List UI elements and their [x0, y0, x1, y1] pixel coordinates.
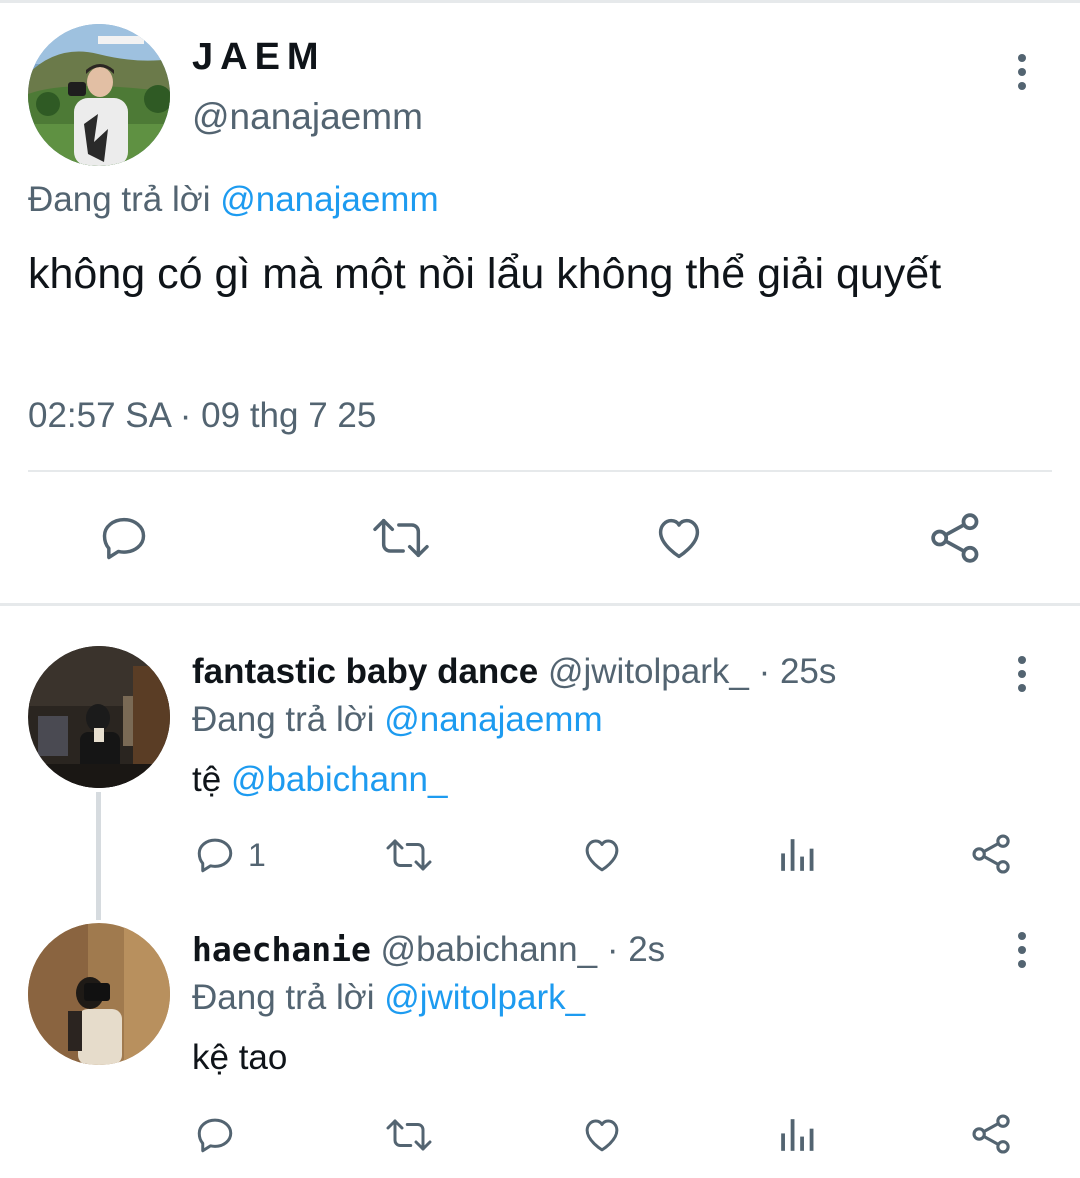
more-options-icon[interactable] — [1015, 52, 1029, 92]
replying-to: Đang trả lời @nanajaemm — [192, 700, 603, 740]
mention-link[interactable]: @babichann_ — [231, 760, 448, 799]
timestamp[interactable]: 02:57 SA · 09 thg 7 25 — [28, 396, 376, 436]
reply-button[interactable]: 1 — [194, 834, 266, 876]
reply-icon — [197, 1118, 233, 1153]
reply-count: 1 — [248, 836, 266, 873]
replying-prefix: Đang trả lời — [192, 700, 375, 739]
display-name[interactable]: haechanie — [192, 930, 371, 969]
retweet-icon — [373, 518, 429, 558]
replying-to-link[interactable]: @nanajaemm — [220, 180, 438, 219]
retweet-button[interactable] — [384, 1114, 434, 1156]
top-border — [0, 0, 1080, 3]
more-options-icon[interactable] — [1015, 930, 1029, 970]
section-divider — [0, 603, 1080, 606]
avatar[interactable] — [28, 24, 170, 166]
reply-button[interactable] — [194, 1114, 236, 1156]
analytics-icon — [781, 839, 814, 871]
replying-to-link[interactable]: @jwitolpark_ — [384, 978, 585, 1017]
reply-header: haechanie @babichann_ · 2s — [192, 930, 665, 970]
share-button[interactable] — [928, 510, 984, 566]
more-options-icon[interactable] — [1015, 654, 1029, 694]
replying-prefix: Đang trả lời — [192, 978, 375, 1017]
display-name[interactable]: JAEM — [192, 36, 326, 79]
post-time[interactable]: · 2s — [607, 930, 665, 969]
handle[interactable]: @nanajaemm — [192, 96, 423, 138]
replying-prefix: Đang trả lời — [28, 180, 211, 219]
reply-icon — [197, 838, 233, 873]
tweet-text: không có gì mà một nồi lẩu không thể giả… — [28, 250, 942, 298]
handle[interactable]: @babichann_ — [381, 930, 598, 969]
replying-to: Đang trả lời @nanajaemm — [28, 180, 439, 220]
analytics-button[interactable] — [778, 836, 816, 874]
display-name[interactable]: fantastic baby dance — [192, 652, 538, 691]
handle[interactable]: @jwitolpark_ — [548, 652, 749, 691]
divider — [28, 470, 1052, 472]
thread-line — [96, 792, 101, 920]
replying-to-link[interactable]: @nanajaemm — [384, 700, 602, 739]
like-icon — [658, 518, 700, 559]
share-button[interactable] — [970, 1112, 1014, 1156]
share-icon — [931, 513, 979, 563]
retweet-icon — [386, 1119, 432, 1151]
analytics-icon — [781, 1119, 814, 1151]
reply-text: kệ tao — [192, 1038, 288, 1077]
analytics-button[interactable] — [778, 1116, 816, 1154]
like-icon — [585, 1119, 619, 1152]
retweet-button[interactable] — [384, 834, 434, 876]
reply-text-content: tệ — [192, 760, 222, 799]
reply-text: tệ @babichann_ — [192, 760, 447, 800]
share-icon — [972, 1114, 1010, 1154]
reply-button[interactable] — [98, 512, 150, 564]
reply-icon — [102, 517, 146, 560]
share-button[interactable] — [970, 832, 1014, 876]
avatar[interactable] — [28, 923, 170, 1065]
replying-to: Đang trả lời @jwitolpark_ — [192, 978, 585, 1018]
like-button[interactable] — [580, 1114, 624, 1156]
share-icon — [972, 834, 1010, 874]
retweet-button[interactable] — [370, 512, 432, 564]
retweet-icon — [386, 839, 432, 871]
post-time[interactable]: · 25s — [759, 652, 837, 691]
reply-header: fantastic baby dance @jwitolpark_ · 25s — [192, 652, 836, 692]
like-icon — [585, 839, 619, 872]
like-button[interactable] — [580, 834, 624, 876]
avatar[interactable] — [28, 646, 170, 788]
like-button[interactable] — [652, 512, 706, 564]
